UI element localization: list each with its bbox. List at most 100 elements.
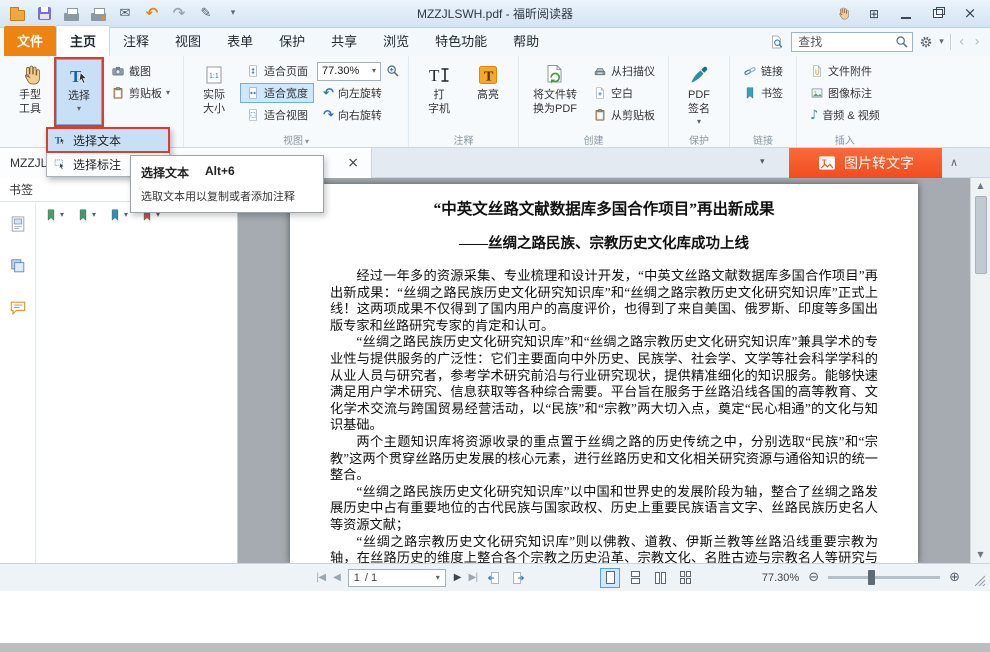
- close-button[interactable]: ×: [962, 7, 978, 21]
- highlight-button[interactable]: 高亮: [465, 59, 511, 125]
- zoom-out-icon[interactable]: ⊖: [808, 571, 819, 584]
- resize-grip-icon[interactable]: [974, 575, 986, 587]
- bookmark-tool-new[interactable]: ▾: [76, 208, 96, 222]
- tab-share[interactable]: 共享: [318, 26, 370, 56]
- vertical-scrollbar[interactable]: ▲ ▼: [970, 178, 990, 563]
- next-view-icon[interactable]: [510, 570, 526, 586]
- redo-icon[interactable]: ↷: [170, 5, 188, 23]
- bookmark-flag-icon: [44, 208, 58, 222]
- group-label-view[interactable]: 视图▾: [184, 132, 408, 147]
- group-label-comment[interactable]: 注释: [409, 132, 518, 147]
- pdf-sign-button[interactable]: PDF 签名 ▾: [676, 59, 722, 125]
- rotate-right-button[interactable]: ↷ 向右旋转: [317, 105, 401, 125]
- bookmark-icon: [743, 86, 757, 100]
- single-page-view-icon[interactable]: [600, 568, 620, 588]
- group-label-link[interactable]: 链接: [730, 132, 796, 147]
- group-label-insert[interactable]: 插入: [797, 132, 893, 147]
- tab-comment[interactable]: 注释: [110, 26, 162, 56]
- bookmark-tool-expand[interactable]: ▾: [44, 208, 64, 222]
- comments-panel-icon[interactable]: [8, 298, 28, 318]
- tab-view[interactable]: 视图: [162, 26, 214, 56]
- audio-video-button[interactable]: ♪ 音频 & 视频: [804, 105, 886, 125]
- save-icon[interactable]: [35, 5, 53, 23]
- fit-visible-button[interactable]: 适合视图: [240, 105, 314, 125]
- typewriter-button[interactable]: 打 字机: [416, 59, 462, 125]
- pdf-page[interactable]: “中英文丝路文献数据库多国合作项目”再出新成果 ——丝绸之路民族、宗教历史文化库…: [290, 184, 918, 563]
- scroll-up-icon[interactable]: ▲: [977, 178, 983, 194]
- fit-page-button[interactable]: 适合页面: [240, 61, 314, 81]
- bookmark-flag-icon: [76, 208, 90, 222]
- select-button[interactable]: 选择 ▾: [56, 59, 102, 125]
- link-button[interactable]: 链接: [737, 61, 789, 81]
- read-mode-icon[interactable]: [835, 6, 850, 21]
- find-previous-icon[interactable]: ‹: [957, 35, 967, 49]
- zoom-slider[interactable]: [828, 576, 940, 579]
- snapshot-button[interactable]: 截图: [105, 61, 176, 81]
- image-to-text-button[interactable]: 图片转文字: [789, 148, 942, 178]
- tab-list-dropdown-icon[interactable]: ▾: [760, 158, 765, 167]
- blank-page-button[interactable]: 空白: [587, 83, 661, 103]
- find-settings-gear-icon[interactable]: [919, 35, 933, 49]
- tab-home[interactable]: 主页: [56, 25, 110, 57]
- zoom-in-icon[interactable]: ⊕: [949, 571, 960, 584]
- zoom-combobox[interactable]: 77.30% ▾: [317, 62, 381, 81]
- convert-to-pdf-button[interactable]: 将文件转 换为PDF: [526, 59, 584, 125]
- tab-help[interactable]: 帮助: [500, 26, 552, 56]
- total-pages: / 1: [365, 572, 377, 584]
- scrollbar-thumb[interactable]: [975, 196, 987, 274]
- from-clipboard-button[interactable]: 从剪贴板: [587, 105, 661, 125]
- group-label-create[interactable]: 创建: [519, 132, 668, 147]
- bookmark-button[interactable]: 书签: [737, 83, 789, 103]
- clipboard-button[interactable]: 剪贴板 ▾: [105, 83, 176, 103]
- find-settings-dropdown-icon[interactable]: ▾: [939, 38, 944, 47]
- qat-customize-dropdown-icon[interactable]: ▾: [224, 5, 242, 23]
- print-icon[interactable]: [62, 5, 80, 23]
- minimize-button[interactable]: [898, 7, 914, 21]
- scroll-down-icon[interactable]: ▼: [977, 547, 983, 563]
- quick-print-icon[interactable]: [89, 5, 107, 23]
- hand-tool-button[interactable]: 手型 工具: [7, 59, 53, 125]
- collapse-ribbon-icon[interactable]: ∧: [950, 157, 958, 168]
- marquee-zoom-icon[interactable]: [385, 63, 401, 79]
- close-tab-icon[interactable]: ×: [345, 156, 361, 170]
- continuous-view-icon[interactable]: [625, 568, 645, 588]
- tab-form[interactable]: 表单: [214, 26, 266, 56]
- restore-button[interactable]: [930, 7, 946, 21]
- find-magnifier-icon[interactable]: [893, 34, 911, 50]
- document-paragraph: “丝绸之路宗教历史文化研究知识库”则以佛教、道教、伊斯兰教等丝路沿线重要宗教为轴…: [330, 534, 878, 564]
- menu-item-select-text[interactable]: 选择文本: [47, 128, 169, 152]
- facing-view-icon[interactable]: [650, 568, 670, 588]
- tab-features[interactable]: 特色功能: [422, 26, 500, 56]
- thumbnails-panel-icon[interactable]: [8, 214, 28, 234]
- actual-size-button[interactable]: 实际 大小: [191, 59, 237, 125]
- tab-browse[interactable]: 浏览: [370, 26, 422, 56]
- rotate-left-button[interactable]: ↶ 向左旋转: [317, 83, 401, 103]
- zoom-slider-thumb[interactable]: [868, 570, 875, 585]
- page-number-box[interactable]: 1 / 1 ▾: [348, 569, 446, 587]
- search-document-icon[interactable]: [769, 34, 785, 50]
- first-page-icon[interactable]: |◀: [316, 573, 325, 583]
- image-annotation-button[interactable]: 图像标注: [804, 83, 886, 103]
- statusbar: |◀ ◀ 1 / 1 ▾ ▶ ▶| 77.30% ⊖ ⊕: [0, 563, 990, 591]
- edit-icon[interactable]: ✎: [197, 5, 215, 23]
- tooltip-description: 选取文本用以复制或者添加注释: [141, 188, 313, 204]
- from-scanner-button[interactable]: 从扫描仪: [587, 61, 661, 81]
- bookmark-tool-level[interactable]: ▾: [108, 208, 128, 222]
- document-area[interactable]: “中英文丝路文献数据库多国合作项目”再出新成果 ——丝绸之路民族、宗教历史文化库…: [238, 178, 970, 563]
- find-next-icon[interactable]: ›: [972, 35, 982, 49]
- group-label-protect[interactable]: 保护: [669, 132, 729, 147]
- fit-width-button[interactable]: 适合宽度: [240, 83, 314, 103]
- last-page-icon[interactable]: ▶|: [468, 573, 477, 583]
- layers-panel-icon[interactable]: [8, 256, 28, 276]
- next-page-icon[interactable]: ▶: [454, 573, 461, 583]
- tab-protect[interactable]: 保护: [266, 26, 318, 56]
- undo-icon[interactable]: ↶: [143, 5, 161, 23]
- open-file-icon[interactable]: [8, 5, 26, 23]
- continuous-facing-view-icon[interactable]: [675, 568, 695, 588]
- window-layout-icon[interactable]: ⊞: [866, 7, 882, 21]
- email-icon[interactable]: ✉: [116, 5, 134, 23]
- previous-view-icon[interactable]: [486, 570, 502, 586]
- file-attachment-button[interactable]: 文件附件: [804, 61, 886, 81]
- tab-file[interactable]: 文件: [4, 26, 56, 56]
- previous-page-icon[interactable]: ◀: [333, 573, 340, 583]
